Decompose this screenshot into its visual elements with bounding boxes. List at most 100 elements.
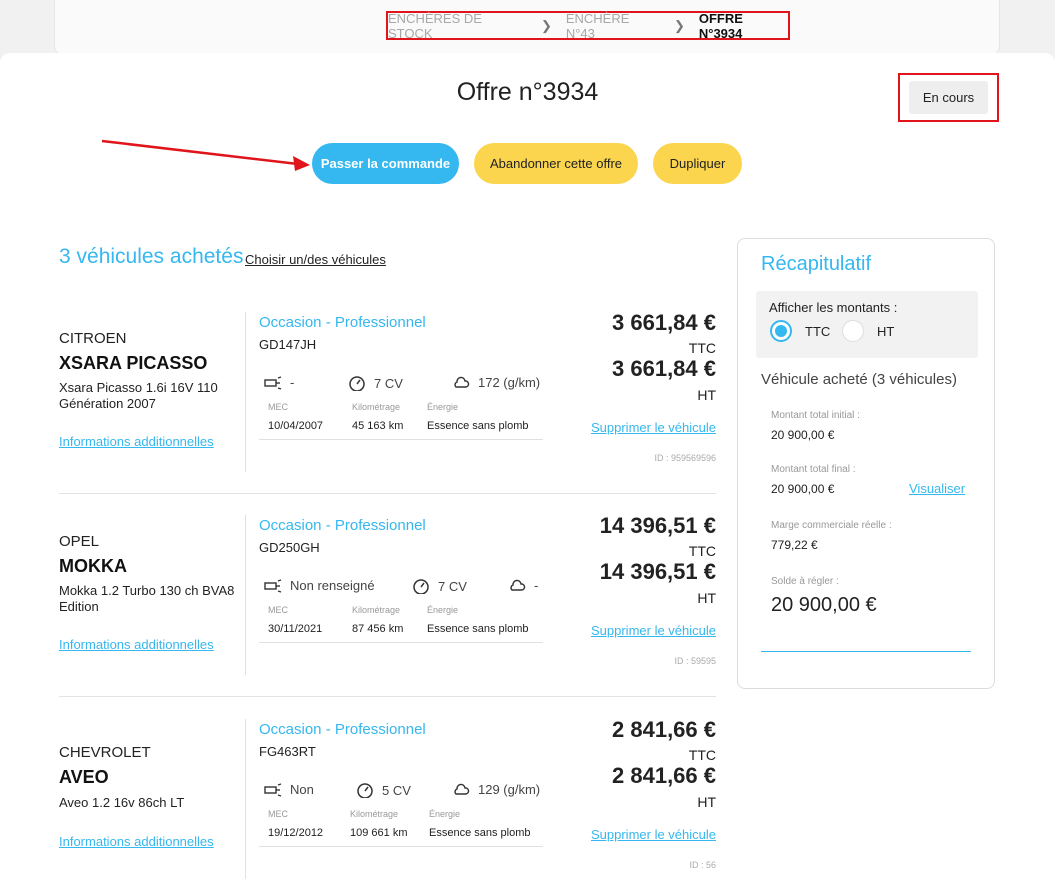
divider — [259, 642, 543, 643]
vehicle-plate: GD250GH — [259, 540, 320, 555]
mec-label: MEC — [268, 402, 288, 412]
power-value: 7 CV — [438, 578, 467, 594]
cloud-icon — [510, 579, 526, 591]
mileage-value: 109 661 km — [350, 827, 408, 839]
radio-ht-label[interactable]: HT — [877, 324, 894, 339]
divider — [245, 312, 246, 472]
amount-display-toggle: Afficher les montants : TTC HT — [756, 291, 978, 358]
mec-label: MEC — [268, 809, 288, 819]
display-amounts-label: Afficher les montants : — [769, 300, 898, 315]
radio-ttc[interactable] — [770, 320, 792, 342]
breadcrumb-item-stock-auctions[interactable]: ENCHÈRES DE STOCK — [388, 11, 527, 41]
speedometer-icon — [349, 376, 365, 391]
page-title: Offre n°3934 — [456, 78, 599, 106]
summary-panel: Récapitulatif Afficher les montants : TT… — [737, 238, 995, 689]
annotation-arrow-icon — [101, 139, 310, 171]
price-ht: 2 841,66 € — [612, 763, 716, 788]
vehicle-brand: CHEVROLET — [59, 744, 151, 761]
vehicle-id: ID : 59595 — [674, 656, 716, 666]
vehicle-condition: Occasion - Professionnel — [259, 721, 426, 738]
co2-value: 129 (g/km) — [478, 782, 541, 797]
delete-vehicle-link[interactable]: Supprimer le véhicule — [591, 623, 716, 638]
vehicle-version: Mokka 1.2 Turbo 130 ch BVA8 Edition — [59, 583, 235, 614]
summary-title: Récapitulatif — [761, 253, 872, 275]
speedometer-icon — [357, 783, 373, 798]
choose-vehicles-link[interactable]: Choisir un/des véhicules — [245, 252, 386, 267]
mec-value: 19/12/2012 — [268, 827, 324, 839]
vehicle-condition: Occasion - Professionnel — [259, 517, 426, 534]
power-value: 5 CV — [382, 782, 411, 798]
vehicle-version: Xsara Picasso 1.6i 16V 110 Génération 20… — [59, 380, 218, 411]
power-spec: 7 CV — [348, 375, 403, 391]
delete-vehicle-link[interactable]: Supprimer le véhicule — [591, 420, 716, 435]
vehicle-plate: FG463RT — [259, 744, 316, 759]
energy-value: Essence sans plomb — [427, 420, 529, 432]
delete-vehicle-link[interactable]: Supprimer le véhicule — [591, 827, 716, 842]
ttc-label: TTC — [688, 747, 716, 763]
final-total-value: 20 900,00 € — [771, 482, 835, 496]
co2-spec: 129 (g/km) — [452, 782, 540, 797]
crit-air-spec: Non renseigné — [264, 578, 375, 593]
exhaust-icon — [264, 782, 282, 797]
energy-value: Essence sans plomb — [427, 623, 529, 635]
chevron-right-icon: ❯ — [540, 17, 552, 33]
summary-subtitle: Véhicule acheté (3 véhicules) — [761, 371, 957, 388]
divider — [761, 651, 971, 652]
radio-ttc-label[interactable]: TTC — [805, 324, 830, 339]
co2-spec: 172 (g/km) — [452, 375, 540, 390]
offer-card: Offre n°3934 En cours Passer la commande… — [0, 53, 1055, 887]
mec-value: 10/04/2007 — [268, 420, 324, 432]
crit-air-spec: - — [264, 375, 294, 390]
co2-spec: - — [508, 578, 538, 593]
initial-total-value: 20 900,00 € — [771, 428, 835, 442]
price-ht: 14 396,51 € — [599, 559, 716, 584]
duplicate-button[interactable]: Dupliquer — [653, 143, 742, 184]
balance-label: Solde à régler : — [771, 576, 839, 587]
cloud-icon — [454, 783, 470, 795]
price-ttc: 2 841,66 € — [612, 717, 716, 742]
vehicle-plate: GD147JH — [259, 337, 317, 352]
crit-air-value: - — [290, 375, 295, 390]
additional-info-link[interactable]: Informations additionnelles — [59, 434, 214, 449]
power-value: 7 CV — [374, 375, 403, 391]
final-total-label: Montant total final : — [771, 464, 856, 475]
power-spec: 5 CV — [356, 782, 411, 798]
place-order-button[interactable]: Passer la commande — [312, 143, 459, 184]
additional-info-link[interactable]: Informations additionnelles — [59, 834, 214, 849]
energy-value: Essence sans plomb — [429, 827, 531, 839]
status-annotation-box: En cours — [898, 73, 999, 122]
mec-value: 30/11/2021 — [268, 623, 323, 635]
radio-ht[interactable] — [842, 320, 864, 342]
price-ht: 3 661,84 € — [612, 356, 716, 381]
status-badge: En cours — [908, 81, 989, 114]
abandon-offer-button[interactable]: Abandonner cette offre — [474, 143, 638, 184]
initial-total-label: Montant total initial : — [771, 410, 860, 421]
ttc-label: TTC — [688, 543, 716, 559]
crit-air-value: Non renseigné — [290, 578, 375, 593]
visualize-link[interactable]: Visualiser — [909, 481, 965, 496]
vehicle-model: XSARA PICASSO — [59, 353, 208, 373]
mileage-value: 45 163 km — [352, 420, 404, 432]
divider — [245, 515, 246, 675]
vehicle-id: ID : 56 — [689, 860, 716, 870]
exhaust-icon — [264, 375, 282, 390]
crit-air-spec: Non — [264, 782, 314, 797]
additional-info-link[interactable]: Informations additionnelles — [59, 637, 214, 652]
mileage-value: 87 456 km — [352, 623, 404, 635]
ttc-label: TTC — [688, 340, 716, 356]
breadcrumb: ENCHÈRES DE STOCK ❯ ENCHÈRE N°43 ❯ OFFRE… — [386, 11, 790, 41]
cloud-icon — [454, 376, 470, 388]
co2-value: - — [534, 578, 539, 593]
breadcrumb-bar: ENCHÈRES DE STOCK ❯ ENCHÈRE N°43 ❯ OFFRE… — [54, 0, 1000, 56]
energy-label: Énergie — [427, 605, 459, 615]
row-separator — [59, 493, 716, 494]
co2-value: 172 (g/km) — [478, 375, 541, 390]
row-separator — [59, 696, 716, 697]
crit-air-value: Non — [290, 782, 314, 797]
vehicle-id: ID : 959569596 — [654, 453, 716, 463]
vehicle-row: CITROEN XSARA PICASSO Xsara Picasso 1.6i… — [59, 308, 716, 478]
mileage-label: Kilométrage — [352, 402, 401, 412]
chevron-right-icon: ❯ — [673, 17, 685, 33]
vehicle-model: AVEO — [59, 767, 109, 787]
breadcrumb-item-auction[interactable]: ENCHÈRE N°43 — [566, 11, 660, 41]
